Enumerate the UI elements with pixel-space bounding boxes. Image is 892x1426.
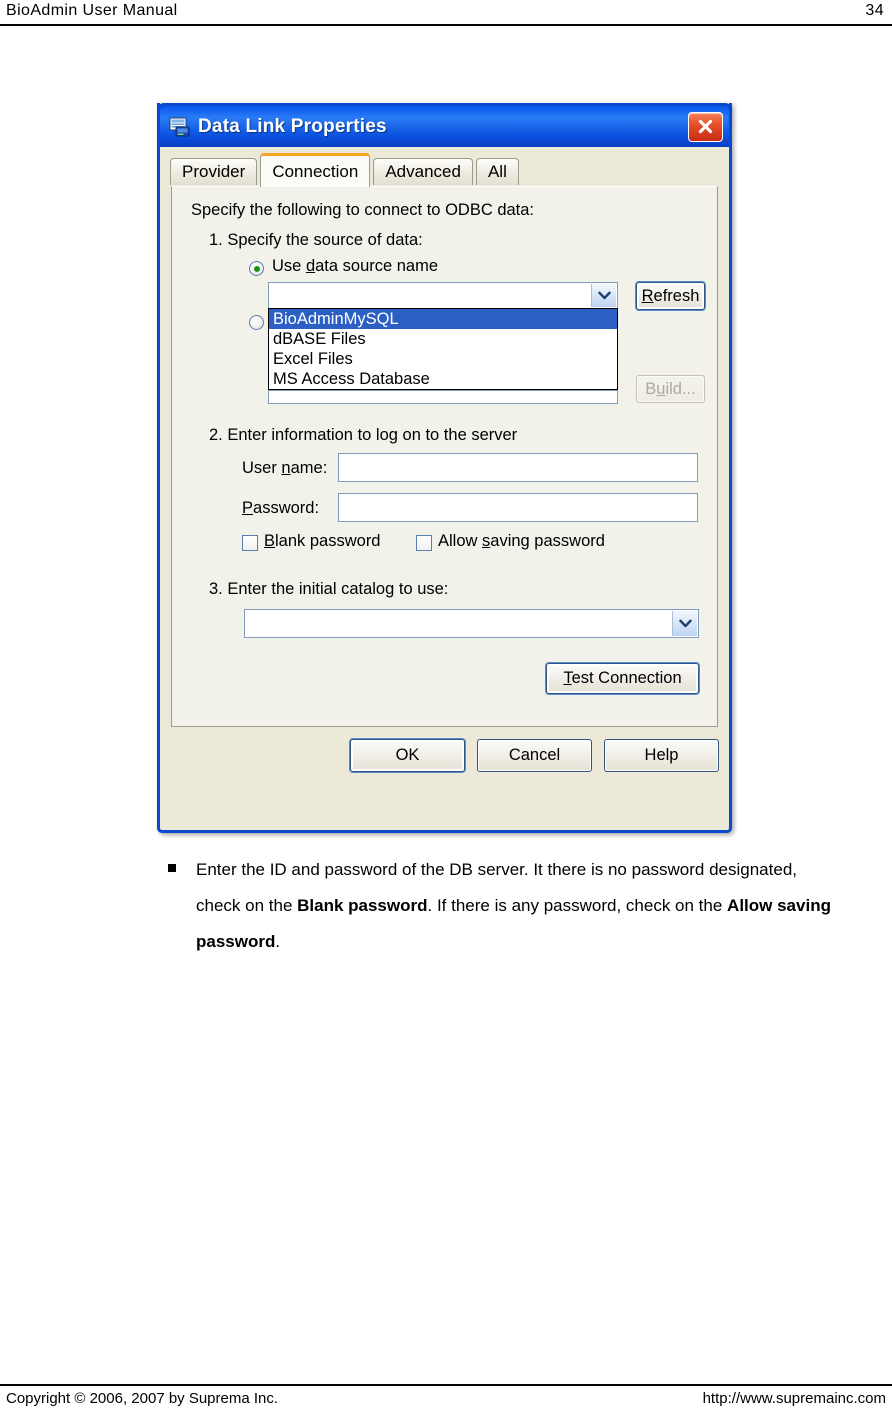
bullet-text: Enter the ID and password of the DB serv… bbox=[196, 852, 840, 960]
username-field[interactable] bbox=[338, 453, 698, 482]
footer-copyright: Copyright © 2006, 2007 by Suprema Inc. bbox=[6, 1390, 279, 1407]
dropdown-option[interactable]: Excel Files bbox=[269, 349, 617, 369]
dialog-footer-buttons: OK Cancel Help bbox=[160, 739, 729, 779]
bullet-text-part3: . bbox=[275, 932, 281, 951]
data-source-name-dropdown-list[interactable]: BioAdminMySQL dBASE Files Excel Files MS… bbox=[268, 308, 618, 390]
radio-use-connection-string[interactable] bbox=[249, 315, 264, 330]
test-connection-button-label: Test Connection bbox=[563, 669, 682, 687]
page-number: 34 bbox=[865, 2, 884, 19]
dialog-title: Data Link Properties bbox=[198, 115, 387, 137]
close-icon[interactable] bbox=[688, 111, 723, 142]
help-button-label: Help bbox=[644, 746, 679, 764]
ok-button[interactable]: OK bbox=[350, 739, 465, 772]
initial-catalog-value bbox=[245, 610, 698, 614]
radio-use-data-source-name-label: Use data source name bbox=[272, 257, 439, 275]
radio-selected-dot bbox=[253, 265, 260, 272]
bullet-marker-icon bbox=[168, 864, 176, 872]
test-connection-button[interactable]: Test Connection bbox=[546, 663, 699, 694]
allow-saving-password-checkbox[interactable] bbox=[416, 535, 432, 551]
username-label: User name: bbox=[242, 459, 328, 477]
refresh-button-label: Refresh bbox=[641, 286, 700, 305]
blank-password-label: Blank password bbox=[264, 532, 381, 550]
footer-url: http://www.supremainc.com bbox=[702, 1390, 886, 1407]
footer-divider bbox=[0, 1384, 892, 1386]
header-divider bbox=[0, 24, 892, 26]
data-source-name-combo[interactable] bbox=[268, 282, 618, 309]
manual-title: BioAdmin User Manual bbox=[6, 2, 178, 19]
password-value bbox=[339, 494, 697, 498]
page-header: BioAdmin User Manual 34 bbox=[0, 0, 892, 28]
username-value bbox=[339, 454, 697, 458]
tab-connection-label: Connection bbox=[272, 161, 359, 181]
password-label: Password: bbox=[242, 499, 320, 517]
connection-string-field[interactable] bbox=[268, 390, 618, 404]
tab-all[interactable]: All bbox=[475, 158, 519, 185]
cancel-button[interactable]: Cancel bbox=[477, 739, 592, 772]
radio-use-data-source-name[interactable] bbox=[249, 261, 264, 276]
build-button: Build... bbox=[636, 375, 705, 403]
step1-label: 1. Specify the source of data: bbox=[209, 231, 423, 249]
panel-intro-label: Specify the following to connect to ODBC… bbox=[191, 201, 535, 219]
refresh-button[interactable]: Refresh bbox=[636, 282, 705, 310]
dropdown-option[interactable]: BioAdminMySQL bbox=[269, 309, 617, 329]
initial-catalog-combo[interactable] bbox=[244, 609, 699, 638]
step2-label: 2. Enter information to log on to the se… bbox=[209, 426, 518, 444]
build-button-label: Build... bbox=[645, 379, 696, 398]
tab-advanced[interactable]: Advanced bbox=[373, 158, 473, 185]
connection-tab-panel: Specify the following to connect to ODBC… bbox=[171, 186, 718, 727]
step3-label: 3. Enter the initial catalog to use: bbox=[209, 580, 449, 598]
chevron-down-icon[interactable] bbox=[672, 611, 697, 636]
blank-password-checkbox[interactable] bbox=[242, 535, 258, 551]
allow-saving-password-label: Allow saving password bbox=[438, 532, 605, 550]
bullet-bold-blank-password: Blank password bbox=[297, 896, 428, 915]
ok-button-label: OK bbox=[395, 746, 420, 764]
body-bullet-paragraph: Enter the ID and password of the DB serv… bbox=[160, 852, 840, 960]
tab-provider[interactable]: Provider bbox=[170, 158, 258, 185]
password-field[interactable] bbox=[338, 493, 698, 522]
tab-advanced-label: Advanced bbox=[385, 162, 461, 181]
dialog-titlebar[interactable]: Data Link Properties bbox=[157, 103, 732, 147]
data-link-icon bbox=[169, 116, 191, 138]
dropdown-option[interactable]: dBASE Files bbox=[269, 329, 617, 349]
chevron-down-icon[interactable] bbox=[591, 284, 616, 307]
cancel-button-label: Cancel bbox=[508, 746, 561, 764]
help-button[interactable]: Help bbox=[604, 739, 719, 772]
bullet-text-part2: . If there is any password, check on the bbox=[427, 896, 728, 915]
dialog-tabstrip: Provider Connection Advanced All bbox=[170, 153, 729, 187]
tab-provider-label: Provider bbox=[182, 162, 246, 181]
data-link-properties-dialog: Data Link Properties Provider Connection… bbox=[157, 103, 732, 833]
page-footer: Copyright © 2006, 2007 by Suprema Inc. h… bbox=[0, 1384, 892, 1426]
dropdown-option[interactable]: MS Access Database bbox=[269, 369, 617, 389]
data-source-name-value bbox=[269, 283, 617, 286]
tab-connection[interactable]: Connection bbox=[260, 153, 371, 187]
tab-all-label: All bbox=[487, 162, 507, 181]
